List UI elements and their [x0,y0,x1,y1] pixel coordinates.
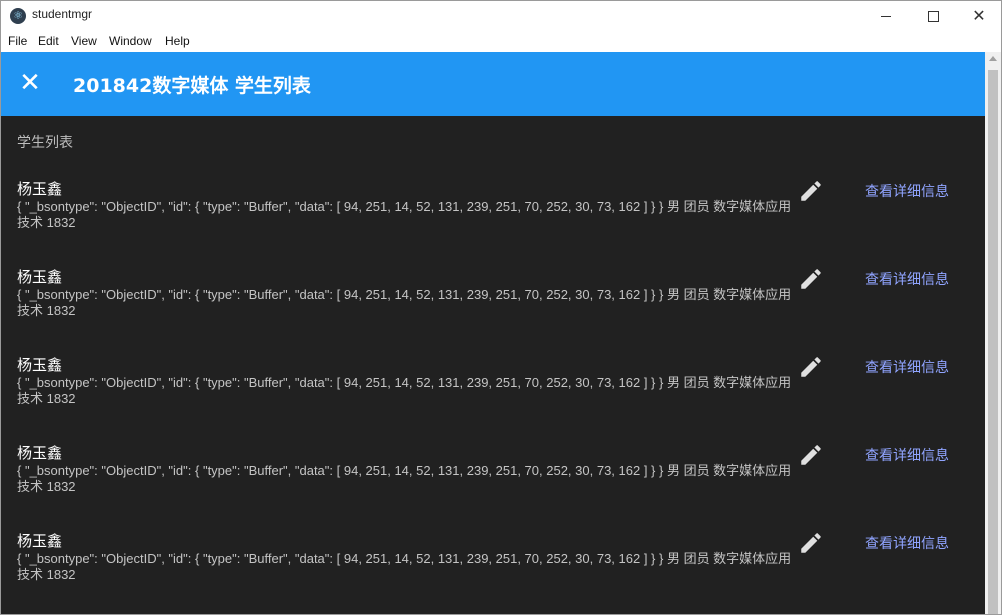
list-item: 杨玉鑫 { "_bsontype": "ObjectID", "id": { "… [1,442,985,530]
edit-button[interactable] [798,442,824,468]
pencil-icon [801,181,821,201]
list-header: 学生列表 [17,135,73,151]
student-description: { "_bsontype": "ObjectID", "id": { "type… [17,287,792,318]
scroll-thumb[interactable] [988,70,998,614]
edit-button[interactable] [798,354,824,380]
pencil-icon [801,533,821,553]
scroll-up-icon[interactable] [989,56,997,61]
close-icon[interactable]: ✕ [15,68,45,98]
minimize-button[interactable] [863,1,909,31]
pencil-icon [801,269,821,289]
student-list: 学生列表 杨玉鑫 { "_bsontype": "ObjectID", "id"… [1,116,985,614]
student-name: 杨玉鑫 [17,180,63,198]
list-item: 杨玉鑫 { "_bsontype": "ObjectID", "id": { "… [1,178,985,266]
minimize-icon [881,16,891,17]
student-description: { "_bsontype": "ObjectID", "id": { "type… [17,463,792,494]
menu-file[interactable]: File [8,34,27,48]
list-item: 杨玉鑫 { "_bsontype": "ObjectID", "id": { "… [1,354,985,442]
edit-button[interactable] [798,530,824,556]
student-name: 杨玉鑫 [17,444,63,462]
view-details-button[interactable]: 查看详细信息 [857,356,957,380]
menu-window[interactable]: Window [109,34,152,48]
page-title: 201842数字媒体 学生列表 [73,75,311,97]
student-name: 杨玉鑫 [17,268,63,286]
window-title: studentmgr [32,7,93,21]
view-details-button[interactable]: 查看详细信息 [857,180,957,204]
list-item: 杨玉鑫 { "_bsontype": "ObjectID", "id": { "… [1,266,985,354]
view-details-button[interactable]: 查看详细信息 [857,268,957,292]
student-description: { "_bsontype": "ObjectID", "id": { "type… [17,375,792,406]
list-item: 杨玉鑫 { "_bsontype": "ObjectID", "id": { "… [1,530,985,614]
student-name: 杨玉鑫 [17,356,63,374]
student-name: 杨玉鑫 [17,532,63,550]
edit-button[interactable] [798,178,824,204]
window-close-button[interactable]: ✕ [956,1,1001,31]
electron-icon: ⚛ [10,8,26,24]
pencil-icon [801,357,821,377]
close-icon: ✕ [972,6,986,25]
vertical-scrollbar[interactable] [985,52,1001,614]
menu-view[interactable]: View [71,34,97,48]
student-description: { "_bsontype": "ObjectID", "id": { "type… [17,199,792,230]
pencil-icon [801,445,821,465]
maximize-button[interactable] [910,1,956,31]
edit-button[interactable] [798,266,824,292]
app-bar: ✕ 201842数字媒体 学生列表 [1,52,985,116]
student-description: { "_bsontype": "ObjectID", "id": { "type… [17,551,792,582]
view-details-button[interactable]: 查看详细信息 [857,444,957,468]
title-bar[interactable]: ⚛ studentmgr ✕ [1,1,1001,31]
menu-edit[interactable]: Edit [38,34,59,48]
app-window: ⚛ studentmgr ✕ File Edit View Window Hel… [0,0,1002,615]
menu-bar: File Edit View Window Help [1,31,1001,51]
maximize-icon [927,11,939,22]
view-details-button[interactable]: 查看详细信息 [857,532,957,556]
menu-help[interactable]: Help [165,34,190,48]
